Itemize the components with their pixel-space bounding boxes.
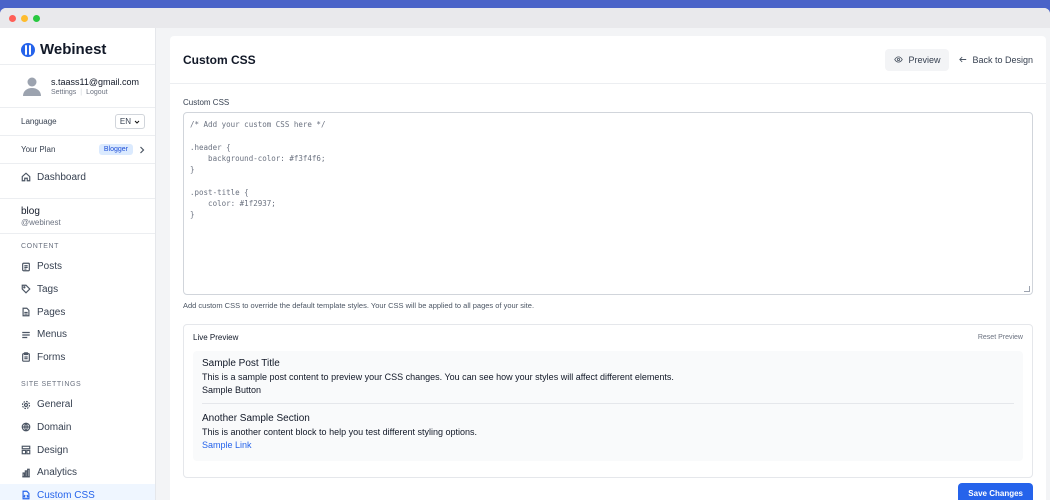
user-email: s.taass11@gmail.com [51, 76, 140, 87]
clipboard-icon [22, 352, 30, 363]
sidebar-item-label: General [37, 399, 73, 411]
live-preview-title: Live Preview [193, 333, 239, 342]
settings-link[interactable]: Settings [51, 89, 76, 96]
save-changes-button[interactable]: Save Changes [958, 483, 1033, 500]
plan-row[interactable]: Your Plan Blogger [0, 136, 155, 164]
back-to-design-button[interactable]: Back to Design [959, 55, 1033, 65]
sidebar-item-label: Pages [37, 306, 66, 318]
content-section-label: CONTENT [21, 242, 60, 250]
app-window: Webinest s.taass11@gmail.com Settings | Lo… [0, 8, 1050, 500]
language-label: Language [21, 117, 57, 126]
sample-section-text: This is another content block to help yo… [202, 427, 477, 437]
brand[interactable]: Webinest [0, 28, 155, 64]
content-area: Custom CSS /* Add your custom CSS here *… [170, 84, 1046, 478]
user-panel: s.taass11@gmail.com Settings | Logout [0, 64, 155, 108]
blog-switcher[interactable]: blog @webinest [0, 197, 155, 234]
page-icon [22, 307, 30, 317]
chart-icon [22, 468, 30, 477]
sidebar-item-label: Domain [37, 421, 72, 433]
webinest-logo-icon [21, 42, 35, 57]
site-settings-section-label: SITE SETTINGS [21, 380, 82, 388]
resize-handle[interactable] [1024, 286, 1030, 292]
page-header: Custom CSS Preview Back to Design [170, 36, 1046, 84]
sidebar: Webinest s.taass11@gmail.com Settings | Lo… [0, 28, 156, 500]
css-help-text: Add custom CSS to override the default t… [183, 301, 535, 310]
tag-icon [21, 285, 31, 295]
sidebar-item-analytics[interactable]: Analytics [0, 461, 155, 484]
blog-name: blog [21, 205, 40, 217]
sample-section-title: Another Sample Section [202, 413, 310, 424]
sidebar-item-label: Design [37, 444, 69, 456]
chevron-right-icon [140, 146, 145, 153]
plan-label: Your Plan [21, 145, 56, 154]
css-editor-value: /* Add your custom CSS here */ .header {… [190, 120, 326, 220]
page-title: Custom CSS [183, 52, 256, 67]
minimize-window-button[interactable] [21, 14, 28, 22]
preview-content: Sample Post Title This is a sample post … [193, 351, 1023, 461]
layout-icon [21, 445, 31, 455]
logout-link[interactable]: Logout [86, 89, 107, 96]
eye-icon [894, 56, 904, 63]
avatar [23, 77, 41, 96]
preview-divider [202, 403, 1014, 404]
menu-icon [22, 331, 30, 338]
reset-preview-button[interactable]: Reset Preview [978, 334, 1023, 341]
document-icon [22, 262, 30, 272]
sidebar-item-dashboard[interactable]: Dashboard [0, 166, 155, 189]
language-row: Language EN [0, 108, 155, 136]
live-preview-panel: Live Preview Reset Preview Sample Post T… [183, 324, 1033, 478]
sidebar-item-posts[interactable]: Posts [0, 256, 155, 279]
window-titlebar [0, 8, 1050, 28]
sidebar-item-label: Custom CSS [37, 489, 95, 500]
maximize-window-button[interactable] [33, 14, 40, 22]
sidebar-item-design[interactable]: Design [0, 439, 155, 462]
sample-link[interactable]: Sample Link [202, 440, 1014, 450]
language-value: EN [119, 117, 131, 126]
plan-badge: Blogger [98, 144, 133, 155]
sidebar-item-menus[interactable]: Menus [0, 323, 155, 346]
brand-name: Webinest [40, 41, 107, 58]
language-select[interactable]: EN [114, 114, 145, 129]
custom-css-label: Custom CSS [183, 98, 230, 107]
css-editor-textarea[interactable]: /* Add your custom CSS here */ .header {… [183, 112, 1033, 295]
css-file-icon [22, 490, 30, 500]
sidebar-item-label: Analytics [37, 467, 78, 479]
sidebar-item-general[interactable]: General [0, 394, 155, 417]
sidebar-item-domain[interactable]: Domain [0, 416, 155, 439]
preview-button[interactable]: Preview [885, 48, 950, 71]
chevron-down-icon [134, 120, 140, 124]
sample-post-text: This is a sample post content to preview… [202, 372, 674, 382]
sidebar-item-label: Posts [37, 261, 63, 273]
back-label: Back to Design [972, 54, 1033, 65]
sidebar-item-custom-css[interactable]: Custom CSS [0, 483, 155, 500]
arrow-left-icon [959, 56, 967, 63]
sample-post-title: Sample Post Title [202, 358, 280, 369]
main-panel: Custom CSS Preview Back to Design Custom… [170, 36, 1046, 500]
close-window-button[interactable] [9, 14, 16, 22]
sidebar-item-label: Menus [37, 329, 68, 341]
sidebar-item-tags[interactable]: Tags [0, 278, 155, 301]
blog-handle: @webinest [21, 217, 61, 227]
gear-icon [21, 400, 31, 409]
sidebar-item-forms[interactable]: Forms [0, 346, 155, 369]
sample-button[interactable]: Sample Button [202, 385, 1014, 395]
sidebar-item-label: Forms [37, 351, 66, 363]
preview-label: Preview [908, 54, 941, 65]
sidebar-item-label: Tags [37, 283, 59, 295]
link-separator: | [80, 88, 83, 96]
home-icon [21, 172, 31, 182]
sidebar-item-label: Dashboard [37, 171, 86, 183]
globe-icon [21, 423, 31, 432]
sidebar-item-pages[interactable]: Pages [0, 301, 155, 324]
